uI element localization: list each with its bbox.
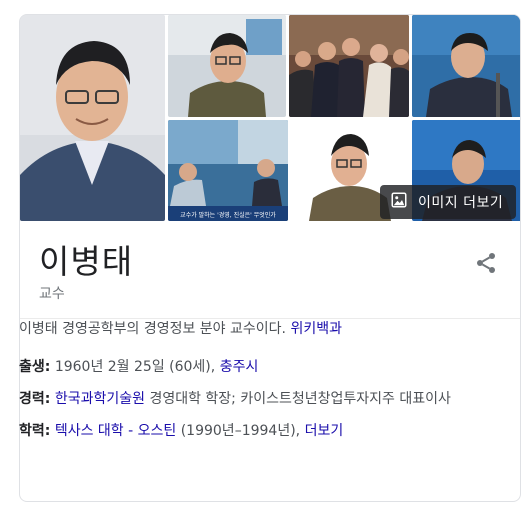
more-link[interactable]: 더보기 (305, 423, 344, 439)
image-icon (390, 191, 408, 213)
fact-career-label: 경력: (19, 391, 51, 407)
panel-body: 이병태 경영공학부의 경영정보 분야 교수이다. 위키백과 출생: 1960년 … (19, 318, 489, 452)
event-group-photo[interactable] (289, 15, 409, 117)
fact-birth-text: 1960년 2월 25일 (60세), (54, 359, 216, 375)
fact-career-link[interactable]: 한국과학기술원 (55, 391, 145, 407)
fact-birth: 출생: 1960년 2월 25일 (60세), 충주시 (19, 356, 489, 378)
tv-interview-photo[interactable]: 교수가 말하는 '경영, 진실은' 무엇인가 (168, 120, 288, 221)
main-photo[interactable] (20, 15, 165, 221)
fact-education-text: (1990년–1994년), (180, 423, 301, 439)
more-images-button[interactable]: 이미지 더보기 (380, 185, 516, 219)
fact-education: 학력: 텍사스 대학 - 오스틴 (1990년–1994년), 더보기 (19, 420, 489, 442)
title-section: 이병태 교수 (20, 221, 520, 319)
podium-photo[interactable] (412, 15, 520, 117)
wikipedia-link[interactable]: 위키백과 (290, 321, 342, 337)
fact-education-label: 학력: (19, 423, 51, 439)
description: 이병태 경영공학부의 경영정보 분야 교수이다. 위키백과 (19, 318, 489, 340)
share-icon[interactable] (474, 251, 498, 275)
fact-career: 경력: 한국과학기술원 경영대학 학장; 카이스트청년창업투자지주 대표이사 (19, 388, 489, 410)
fact-education-link[interactable]: 텍사스 대학 - 오스틴 (55, 423, 176, 439)
image-grid: 교수가 말하는 '경영, 진실은' 무엇인가 이미지 더보기 (20, 15, 520, 221)
fact-birth-label: 출생: (19, 359, 51, 375)
tv-caption: 교수가 말하는 '경영, 진실은' 무엇인가 (180, 211, 276, 219)
fact-career-text: 경영대학 학장; 카이스트청년창업투자지주 대표이사 (149, 391, 451, 407)
description-text: 이병태 경영공학부의 경영정보 분야 교수이다. (19, 321, 286, 337)
more-images-label: 이미지 더보기 (418, 195, 504, 211)
entity-subtitle: 교수 (39, 286, 65, 302)
office-photo[interactable] (168, 15, 286, 117)
fact-birth-link[interactable]: 충주시 (220, 359, 259, 375)
entity-title: 이병태 (39, 242, 134, 281)
